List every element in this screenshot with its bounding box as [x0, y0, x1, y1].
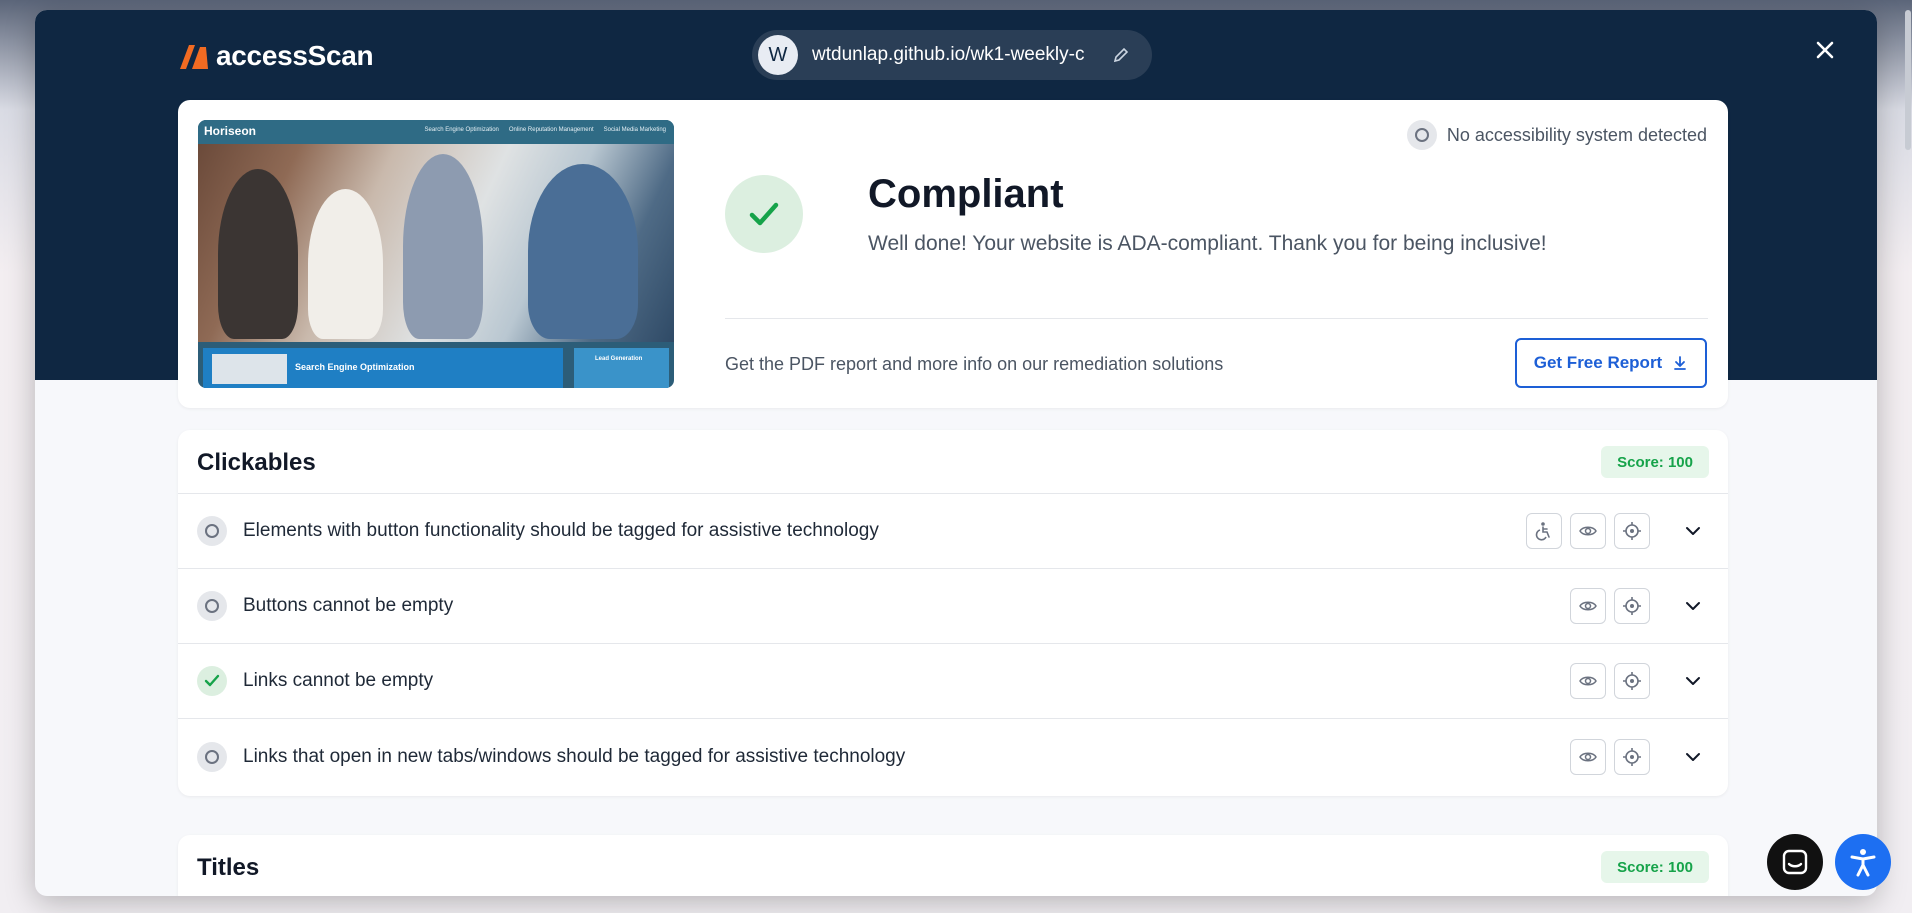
target-icon[interactable] — [1614, 588, 1650, 624]
preview-site-name: Horiseon — [204, 124, 257, 138]
pdf-report-text: Get the PDF report and more info on our … — [725, 354, 1224, 374]
check-label: Elements with button functionality shoul… — [243, 520, 879, 541]
eye-icon[interactable] — [1570, 513, 1606, 549]
report-button-label: Get Free Report — [1533, 353, 1663, 372]
scrollbar[interactable] — [1905, 10, 1911, 150]
preview-photo — [198, 144, 674, 342]
chevron-down-icon[interactable] — [1683, 521, 1703, 541]
row-actions — [1526, 513, 1650, 549]
preview-side-heading: Lead Generation — [595, 356, 643, 362]
check-label: Links cannot be empty — [243, 670, 434, 691]
target-icon[interactable] — [1614, 513, 1650, 549]
section-title: Titles — [197, 854, 260, 881]
eye-icon[interactable] — [1570, 588, 1606, 624]
detection-text: No accessibility system detected — [1446, 124, 1707, 145]
download-icon — [1674, 356, 1687, 370]
url-text[interactable]: wtdunlap.github.io/wk1-weekly-c — [812, 44, 1102, 66]
accessibility-button[interactable] — [1835, 834, 1891, 890]
section-title: Clickables — [197, 449, 316, 476]
pass-check-icon — [197, 666, 227, 696]
row-actions — [1570, 738, 1650, 775]
preview-nav-item: Search Engine Optimization — [424, 127, 499, 133]
chat-button[interactable] — [1767, 834, 1823, 890]
eye-icon[interactable] — [1570, 738, 1606, 775]
result-card: Horiseon Search Engine Optimization Onli… — [178, 100, 1728, 408]
get-free-report-button[interactable]: Get Free Report — [1515, 338, 1707, 388]
compliant-check-icon — [725, 175, 803, 253]
check-row[interactable]: Elements with button functionality shoul… — [178, 494, 1728, 569]
brand-logo: accessScan — [178, 40, 374, 72]
chevron-down-icon[interactable] — [1683, 671, 1703, 691]
titles-section: Titles Score: 100 — [178, 835, 1728, 896]
score-badge: Score: 100 — [1601, 446, 1709, 478]
preview-seo-heading: Search Engine Optimization — [295, 362, 415, 372]
section-header: Titles Score: 100 — [178, 835, 1728, 896]
brand-name: accessScan — [216, 40, 374, 71]
neutral-status-icon — [197, 741, 227, 772]
chat-icon — [1782, 849, 1808, 875]
divider — [725, 318, 1708, 319]
row-actions — [1570, 588, 1650, 624]
check-label: Buttons cannot be empty — [243, 595, 454, 616]
preview-nav: Search Engine Optimization Online Reputa… — [425, 127, 666, 133]
target-icon[interactable] — [1614, 663, 1650, 699]
check-row[interactable]: Links cannot be empty — [178, 644, 1728, 719]
row-actions — [1570, 663, 1650, 699]
neutral-status-icon — [197, 516, 227, 546]
url-field[interactable]: W wtdunlap.github.io/wk1-weekly-c — [752, 30, 1152, 80]
check-label: Links that open in new tabs/windows shou… — [243, 745, 906, 767]
target-icon[interactable] — [1614, 738, 1650, 775]
result-title: Compliant — [868, 172, 1064, 216]
chevron-down-icon[interactable] — [1683, 596, 1703, 616]
neutral-status-icon — [1406, 120, 1437, 150]
eye-icon[interactable] — [1570, 663, 1606, 699]
chevron-down-icon[interactable] — [1683, 747, 1703, 767]
detection-status: No accessibility system detected — [1406, 120, 1707, 150]
section-header: Clickables Score: 100 — [178, 430, 1728, 494]
result-subtitle: Well done! Your website is ADA-compliant… — [868, 232, 1547, 255]
pencil-icon[interactable] — [1112, 46, 1130, 64]
accessibility-icon — [1850, 849, 1876, 877]
check-row[interactable]: Buttons cannot be empty — [178, 569, 1728, 644]
scan-modal: accessScan W wtdunlap.github.io/wk1-week… — [35, 10, 1877, 896]
preview-side-block — [574, 348, 669, 388]
neutral-status-icon — [197, 591, 227, 621]
site-avatar: W — [758, 35, 798, 75]
preview-nav-item: Online Reputation Management — [508, 127, 594, 133]
check-row[interactable]: Links that open in new tabs/windows shou… — [178, 719, 1728, 794]
clickables-section: Clickables Score: 100 Elements with butt… — [178, 430, 1728, 796]
score-badge: Score: 100 — [1601, 851, 1709, 883]
site-preview-image: Horiseon Search Engine Optimization Onli… — [198, 120, 674, 388]
accessibility-icon[interactable] — [1526, 513, 1562, 549]
preview-nav-item: Social Media Marketing — [603, 127, 666, 133]
accessscan-logo-icon — [180, 45, 208, 69]
close-icon[interactable] — [1813, 38, 1837, 62]
preview-thumbnail — [212, 354, 287, 384]
